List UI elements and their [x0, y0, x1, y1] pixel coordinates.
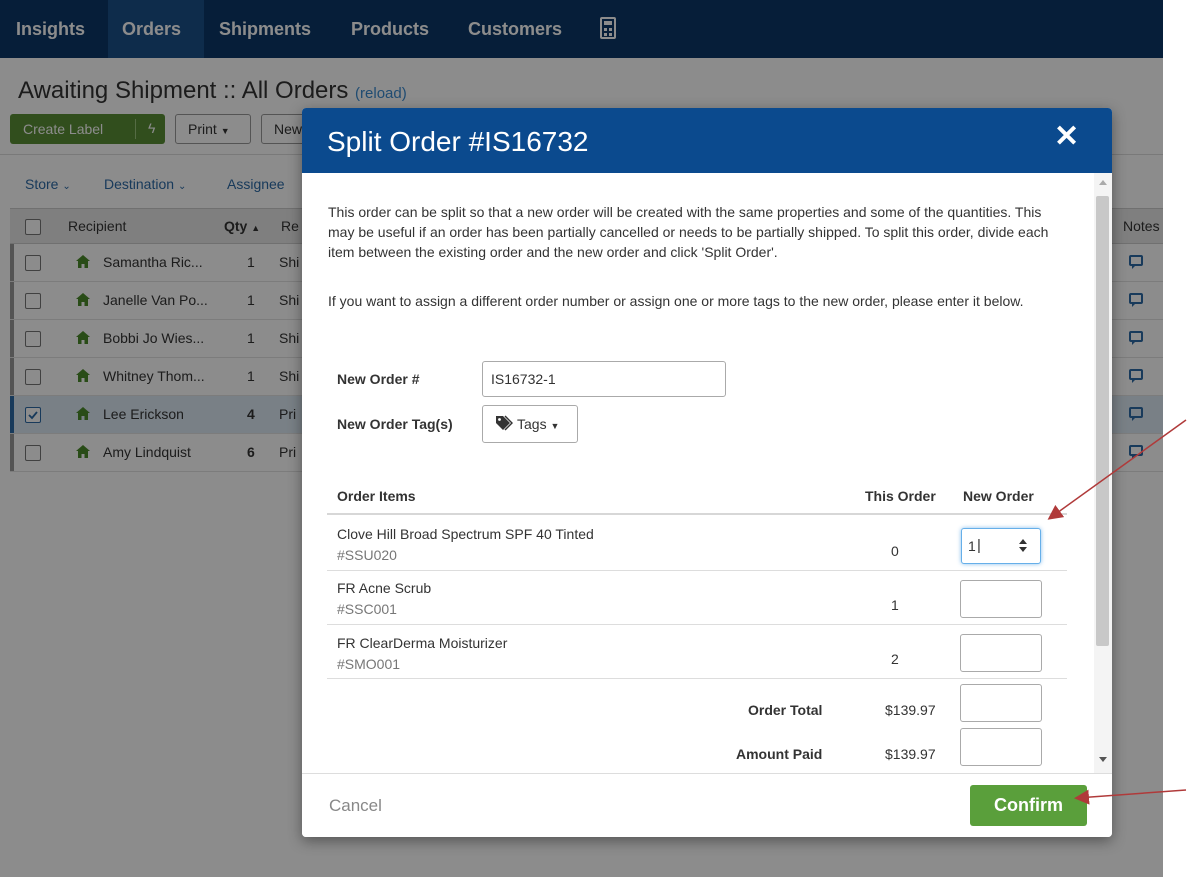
new-order-tags-label: New Order Tag(s): [337, 416, 453, 432]
amount-paid-input[interactable]: [960, 728, 1042, 766]
col-order-items: Order Items: [337, 488, 416, 504]
scroll-up-icon[interactable]: [1099, 180, 1107, 185]
header-divider: [327, 513, 1067, 515]
tags-label: Tags ▼: [517, 416, 560, 432]
app-window: Insights Orders Shipments Products Custo…: [0, 0, 1163, 877]
item-name: FR ClearDerma Moisturizer: [337, 635, 508, 651]
item-name: Clove Hill Broad Spectrum SPF 40 Tinted: [337, 526, 594, 542]
assign-note-text: If you want to assign a different order …: [328, 293, 1024, 309]
cancel-button[interactable]: Cancel: [329, 796, 382, 816]
item-this-order-qty: 1: [891, 597, 899, 613]
dialog-footer: Cancel Confirm: [302, 773, 1112, 837]
row-divider: [327, 570, 1067, 571]
col-new-order: New Order: [963, 488, 1034, 504]
item-name: FR Acne Scrub: [337, 580, 432, 596]
amount-paid-label: Amount Paid: [736, 746, 823, 762]
split-order-dialog: Split Order #IS16732 ✕ This order can be…: [302, 108, 1112, 837]
new-order-qty-input[interactable]: [960, 634, 1042, 672]
item-sku: #SSC001: [337, 601, 397, 617]
order-total-input[interactable]: [960, 684, 1042, 722]
new-order-qty-input[interactable]: 1 |: [961, 528, 1041, 564]
window-edge: [1163, 0, 1189, 877]
new-order-qty-input[interactable]: [960, 580, 1042, 618]
dialog-header: Split Order #IS16732 ✕: [302, 108, 1112, 173]
tags-icon: [496, 415, 513, 431]
order-total-value: $139.97: [885, 702, 936, 718]
new-order-number-label: New Order #: [337, 371, 420, 387]
dialog-title: Split Order #IS16732: [327, 126, 589, 157]
item-this-order-qty: 0: [891, 543, 899, 559]
col-this-order: This Order: [865, 488, 936, 504]
intro-text: This order can be split so that a new or…: [328, 204, 1049, 260]
number-spinner-icon[interactable]: [1018, 539, 1028, 555]
amount-paid-value: $139.97: [885, 746, 936, 762]
confirm-button[interactable]: Confirm: [970, 785, 1087, 826]
caret-down-icon: ▼: [550, 421, 560, 431]
scroll-down-icon[interactable]: [1099, 757, 1107, 762]
row-divider: [327, 624, 1067, 625]
order-total-label: Order Total: [748, 702, 823, 718]
item-sku: #SMO001: [337, 656, 401, 672]
scrollbar-thumb[interactable]: [1096, 196, 1109, 646]
close-icon[interactable]: ✕: [1054, 122, 1079, 152]
item-this-order-qty: 2: [891, 651, 899, 667]
item-sku: #SSU020: [337, 547, 397, 563]
row-divider: [327, 678, 1067, 679]
new-order-number-input[interactable]: IS16732-1: [482, 361, 726, 397]
text-cursor: |: [977, 537, 981, 554]
tags-dropdown-button[interactable]: Tags ▼: [482, 405, 578, 443]
dialog-body: This order can be split so that a new or…: [302, 173, 1112, 773]
